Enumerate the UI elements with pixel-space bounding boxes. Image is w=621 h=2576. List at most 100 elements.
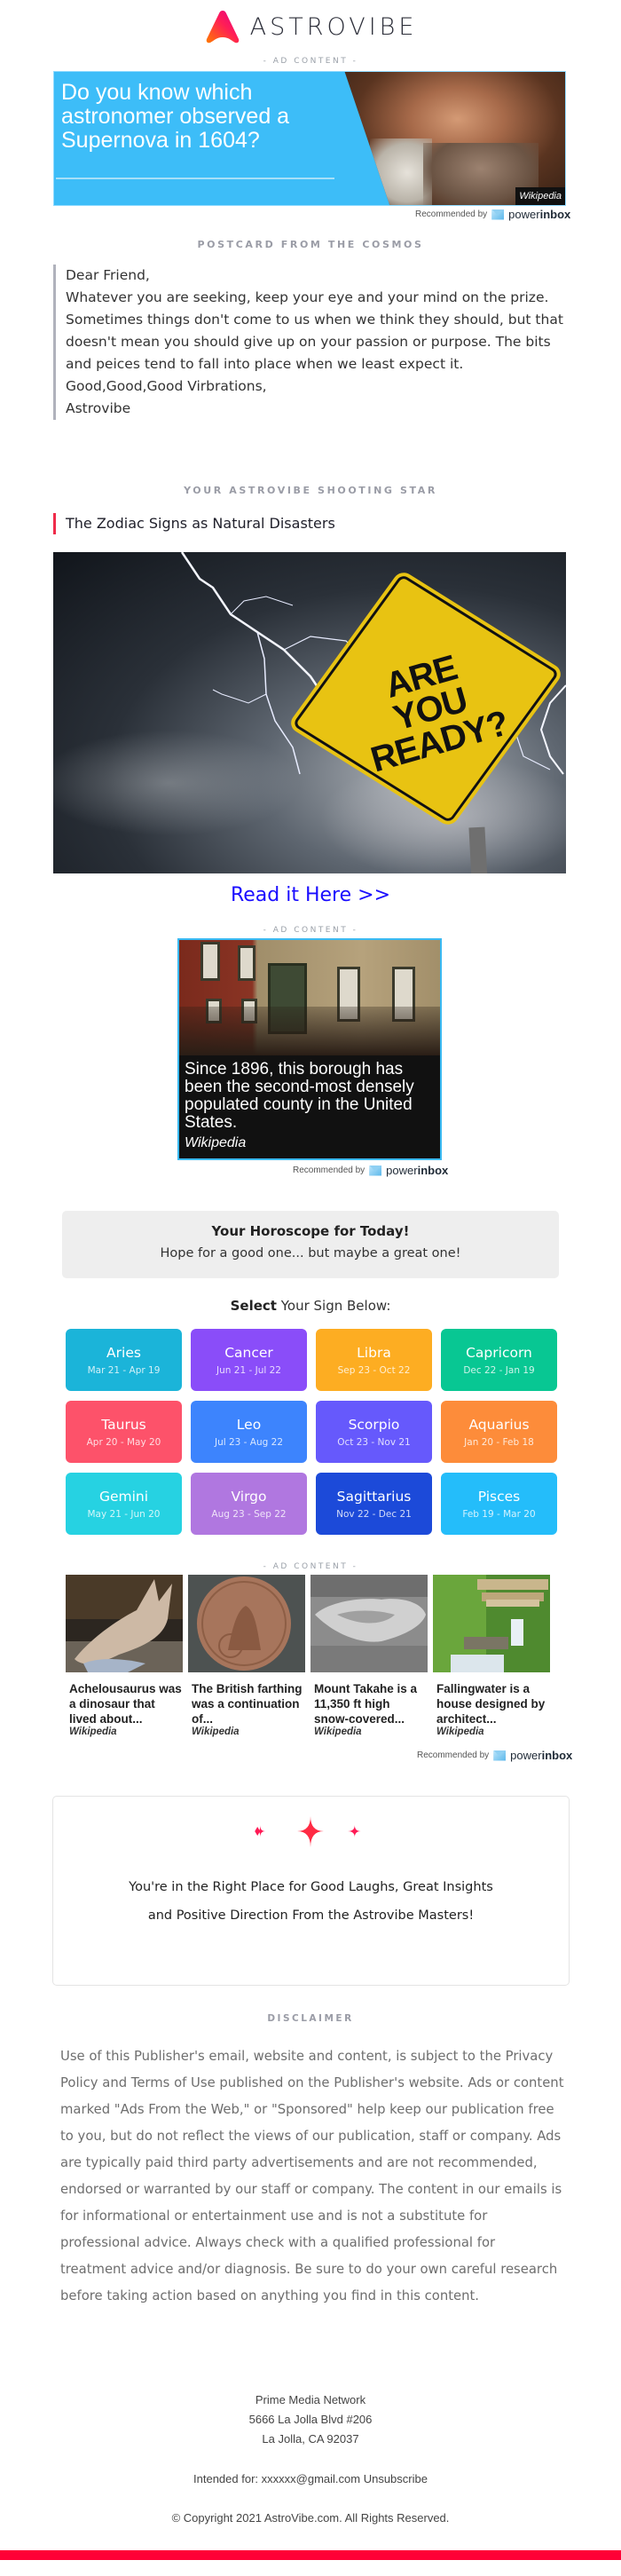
recommended-label: Recommended by: [293, 1166, 366, 1175]
zodiac-sign-dates: Oct 23 - Nov 21: [337, 1436, 411, 1448]
powerinbox-brand: powerinbox: [508, 208, 570, 221]
article-hero-image[interactable]: ARE YOU READY?: [53, 552, 566, 873]
recommendation-grid: Achelousaurus was a dinosaur that lived …: [66, 1575, 562, 1737]
brooklyn-street-image: [179, 940, 440, 1055]
select-bold: Select: [230, 1298, 277, 1314]
top-ad-banner[interactable]: Do you know which astronomer observed a …: [53, 71, 566, 206]
zodiac-sign-button-scorpio[interactable]: Scorpio Oct 23 - Nov 21: [316, 1401, 432, 1463]
door: [268, 963, 307, 1034]
recipient-email: xxxxxx@gmail.com: [261, 2472, 361, 2485]
disclaimer-title: DISCLAIMER: [267, 2013, 354, 2024]
powerinbox-prefix: power: [508, 208, 540, 221]
farthing-coin-image: [188, 1575, 305, 1672]
window: [337, 967, 360, 1022]
zodiac-sign-dates: Feb 19 - Mar 20: [462, 1508, 536, 1520]
zodiac-sign-button-taurus[interactable]: Taurus Apr 20 - May 20: [66, 1401, 182, 1463]
zodiac-sign-button-leo[interactable]: Leo Jul 23 - Aug 22: [191, 1401, 307, 1463]
promo-text: You're in the Right Place for Good Laugh…: [53, 1873, 569, 1930]
zodiac-sign-name: Aries: [106, 1344, 141, 1361]
postcard-body: Whatever you are seeking, keep your eye …: [66, 289, 563, 372]
horoscope-subtitle: Hope for a good one... but maybe a great…: [160, 1246, 461, 1260]
recommendation-source: Wikipedia: [436, 1727, 484, 1737]
top-ad-headline: Do you know which astronomer observed a …: [61, 80, 290, 153]
mid-ad-source: Wikipedia: [185, 1135, 247, 1150]
zodiac-sign-button-capricorn[interactable]: Capricorn Dec 22 - Jan 19: [441, 1329, 557, 1391]
powerinbox-prefix: power: [510, 1749, 542, 1762]
shooting-star-section-title: YOUR ASTROVIBE SHOOTING STAR: [184, 485, 437, 496]
top-ad-divider: [56, 178, 334, 179]
footer-address-line-1: 5666 La Jolla Blvd #206: [248, 2413, 373, 2426]
powerinbox-suffix: inbox: [539, 208, 571, 221]
zodiac-sign-dates: Jul 23 - Aug 22: [214, 1436, 284, 1448]
recommended-by-powerinbox[interactable]: Recommended by powerinbox: [415, 208, 570, 221]
ad-content-label: - AD CONTENT -: [263, 1562, 358, 1571]
horoscope-title: Your Horoscope for Today!: [211, 1223, 410, 1239]
zodiac-sign-name: Taurus: [101, 1416, 146, 1433]
recommendation-source: Wikipedia: [192, 1727, 240, 1737]
select-sign-prompt: Select Your Sign Below:: [0, 1298, 621, 1314]
zodiac-sign-button-gemini[interactable]: Gemini May 21 - Jun 20: [66, 1473, 182, 1535]
select-rest: Your Sign Below:: [276, 1298, 391, 1314]
mount-takahe-image: [310, 1575, 428, 1672]
recommended-label: Recommended by: [415, 209, 488, 219]
recommendation-card[interactable]: Mount Takahe is a 11,350 ft high snow-co…: [310, 1575, 428, 1737]
recommended-label: Recommended by: [417, 1750, 490, 1760]
zodiac-sign-button-aries[interactable]: Aries Mar 21 - Apr 19: [66, 1329, 182, 1391]
window: [200, 942, 220, 981]
zodiac-sign-name: Leo: [236, 1416, 262, 1433]
powerinbox-suffix: inbox: [417, 1164, 449, 1177]
top-ad-source: Wikipedia: [515, 187, 565, 205]
article-title[interactable]: The Zodiac Signs as Natural Disasters: [53, 513, 335, 534]
recommended-by-powerinbox[interactable]: Recommended by powerinbox: [293, 1164, 448, 1177]
zodiac-sign-button-virgo[interactable]: Virgo Aug 23 - Sep 22: [191, 1473, 307, 1535]
zodiac-sign-name: Libra: [357, 1344, 391, 1361]
zodiac-sign-dates: May 21 - Jun 20: [87, 1508, 161, 1520]
window: [206, 999, 222, 1023]
fallingwater-image: [433, 1575, 550, 1672]
zodiac-sign-name: Scorpio: [348, 1416, 400, 1433]
footer-company: Prime Media Network: [255, 2393, 366, 2406]
recommendation-source: Wikipedia: [69, 1727, 117, 1737]
zodiac-sign-name: Sagittarius: [336, 1488, 412, 1505]
zodiac-sign-button-aquarius[interactable]: Aquarius Jan 20 - Feb 18: [441, 1401, 557, 1463]
recommended-by-powerinbox[interactable]: Recommended by powerinbox: [417, 1749, 572, 1762]
read-it-here-link[interactable]: Read it Here >>: [0, 884, 621, 906]
powerinbox-prefix: power: [386, 1164, 418, 1177]
unsubscribe-link[interactable]: Unsubscribe: [364, 2472, 428, 2485]
postcard-signature: Astrovibe: [66, 400, 131, 416]
astrovibe-logo-icon: [206, 11, 239, 43]
footer-address: Prime Media Network 5666 La Jolla Blvd #…: [0, 2390, 621, 2449]
recommendation-title: The British farthing was a continuation …: [192, 1682, 303, 1726]
powerinbox-icon: [369, 1165, 382, 1176]
disclaimer-body: Use of this Publisher's email, website a…: [60, 2049, 564, 2303]
zodiac-sign-grid: Aries Mar 21 - Apr 19 Cancer Jun 21 - Jul 2…: [66, 1329, 557, 1535]
recommendation-card[interactable]: Achelousaurus was a dinosaur that lived …: [66, 1575, 183, 1737]
sign-post: [468, 826, 488, 873]
recommendation-card[interactable]: Fallingwater is a house designed by arch…: [433, 1575, 550, 1737]
powerinbox-icon: [493, 1750, 507, 1761]
zodiac-sign-name: Aquarius: [468, 1416, 530, 1433]
brand-name: ASTROVIBE: [249, 12, 418, 41]
footer-intended: Intended for: xxxxxx@gmail.com Unsubscri…: [0, 2469, 621, 2489]
zodiac-sign-dates: Jun 21 - Jul 22: [216, 1364, 281, 1376]
zodiac-sign-dates: Aug 23 - Sep 22: [211, 1508, 287, 1520]
bottom-accent-bar: [0, 2550, 621, 2560]
postcard-greeting: Dear Friend,: [66, 267, 150, 283]
zodiac-sign-button-cancer[interactable]: Cancer Jun 21 - Jul 22: [191, 1329, 307, 1391]
zodiac-sign-button-pisces[interactable]: Pisces Feb 19 - Mar 20: [441, 1473, 557, 1535]
recommendation-card[interactable]: The British farthing was a continuation …: [188, 1575, 305, 1737]
brand-logo[interactable]: ASTROVIBE: [0, 7, 621, 46]
promo-text-content: You're in the Right Place for Good Laugh…: [129, 1880, 493, 1923]
zodiac-sign-dates: Jan 20 - Feb 18: [464, 1436, 534, 1448]
postcard-message: Dear Friend, Whatever you are seeking, k…: [53, 265, 577, 420]
recommendation-source: Wikipedia: [314, 1727, 362, 1737]
sparkle-stars-icon: [255, 1816, 361, 1847]
window: [241, 999, 257, 1023]
zodiac-sign-name: Cancer: [224, 1344, 273, 1361]
zodiac-sign-button-libra[interactable]: Libra Sep 23 - Oct 22: [316, 1329, 432, 1391]
zodiac-sign-button-sagittarius[interactable]: Sagittarius Nov 22 - Dec 21: [316, 1473, 432, 1535]
zodiac-sign-dates: Mar 21 - Apr 19: [87, 1364, 161, 1376]
powerinbox-icon: [491, 209, 505, 220]
intended-label: Intended for:: [193, 2472, 259, 2485]
mid-ad-banner[interactable]: Since 1896, this borough has been the se…: [177, 938, 442, 1160]
